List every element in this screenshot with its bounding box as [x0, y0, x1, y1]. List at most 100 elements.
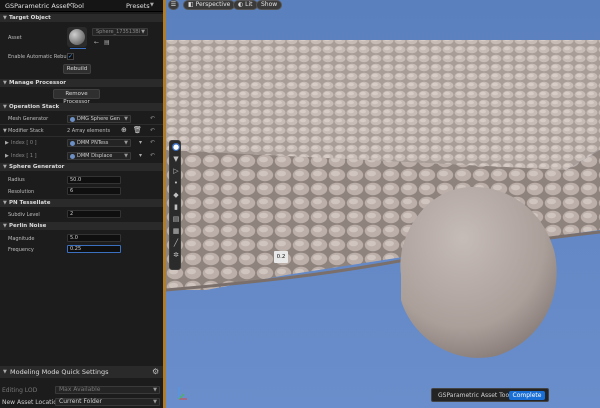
collapse-arrow-icon[interactable]: ▼: [3, 15, 7, 21]
collapse-arrow-icon[interactable]: ▼: [3, 80, 7, 86]
modifier-stack-count: 2 Array elements: [67, 128, 111, 134]
expand-arrow-icon[interactable]: ▶: [5, 140, 9, 146]
chevron-down-icon: ▼: [124, 153, 128, 159]
collapse-arrow-icon[interactable]: ▼: [3, 369, 7, 375]
displace-icon: [70, 154, 75, 159]
thumbnail-underline: [70, 48, 86, 49]
subdiv-level-input[interactable]: 2: [67, 210, 121, 218]
lit-button[interactable]: ◐ Lit: [233, 0, 258, 10]
section-pn-tessellate[interactable]: ▼ PN Tessellate: [0, 199, 163, 207]
brush-icon[interactable]: ╱: [172, 239, 180, 247]
reset-icon[interactable]: ↶: [150, 115, 155, 122]
editing-lod-label: Editing LOD: [2, 387, 38, 394]
index0-dropdown[interactable]: DMM PNTess ▼: [67, 139, 131, 147]
magnitude-input[interactable]: 5.0: [67, 234, 121, 242]
collapse-arrow-icon[interactable]: ▼: [3, 200, 7, 206]
reset-icon[interactable]: ↶: [150, 152, 155, 159]
row-divider: [0, 136, 163, 137]
folder-icon[interactable]: ▤: [104, 39, 110, 46]
mesh-generator-dropdown[interactable]: DMG Sphere Gen ▼: [67, 115, 131, 123]
add-element-icon[interactable]: ⊕: [121, 126, 127, 134]
radius-input[interactable]: 50.0: [67, 176, 121, 184]
show-button[interactable]: Show: [256, 0, 283, 10]
expand-arrow-icon[interactable]: ▼: [3, 128, 7, 134]
chevron-down-icon: ▼: [124, 116, 128, 122]
new-asset-location-value: Current Folder: [59, 398, 102, 405]
viewport-toolbar: ● ▼ ▷ • ◆ ▮ ▤ ▦ ╱ ✲: [169, 140, 181, 270]
perspective-button[interactable]: ◧ Perspective: [183, 0, 236, 10]
remove-processor-button[interactable]: Remove Processor: [53, 89, 100, 105]
section-label: Operation Stack: [9, 104, 60, 110]
quick-settings-header[interactable]: ▼ Modeling Mode Quick Settings ⚙: [0, 366, 163, 378]
row-divider: [0, 124, 163, 125]
reset-icon[interactable]: ↶: [150, 127, 155, 134]
subdiv-level-label: Subdiv Level: [8, 212, 40, 218]
section-label: Manage Processor: [9, 80, 66, 86]
new-asset-location-label: New Asset Location: [2, 399, 61, 406]
collapse-arrow-icon[interactable]: ▼: [3, 104, 7, 110]
asset-picker[interactable]: Sphere_173513BI ▼: [92, 28, 148, 36]
presets-button[interactable]: Presets: [126, 2, 150, 10]
close-icon[interactable]: ×: [67, 1, 73, 9]
pntess-icon: [70, 141, 75, 146]
show-label: Show: [261, 1, 278, 8]
section-label: PN Tessellate: [9, 200, 51, 206]
index1-label: Index [ 1 ]: [11, 153, 37, 159]
gear-icon[interactable]: ⚙: [152, 367, 159, 376]
section-target-object[interactable]: ▼ Target Object: [0, 14, 163, 22]
section-label: Perlin Noise: [9, 223, 47, 229]
frequency-input[interactable]: 0.25: [67, 245, 121, 253]
panel-titlebar: GSParametric Asset Tool × Presets ▼: [0, 0, 166, 12]
section-label: Target Object: [9, 15, 51, 21]
index1-dropdown[interactable]: DMM Displace ▼: [67, 152, 131, 160]
section-perlin-noise[interactable]: ▼ Perlin Noise: [0, 222, 163, 230]
shape-icon[interactable]: ◆: [172, 191, 180, 199]
frequency-label: Frequency: [8, 247, 34, 253]
trash-icon[interactable]: 🗑: [133, 126, 142, 134]
scale-icon[interactable]: •: [172, 179, 180, 187]
enable-rebuild-checkbox[interactable]: ✓: [67, 53, 74, 60]
enable-rebuild-label: Enable Automatic Rebuild: [8, 54, 73, 60]
rebuild-button[interactable]: Rebuild: [63, 64, 91, 74]
collapse-arrow-icon[interactable]: ▼: [3, 164, 7, 170]
rotate-icon[interactable]: ▷: [172, 167, 180, 175]
move-icon[interactable]: ▼: [172, 155, 180, 163]
tool-status-bar: GSParametric Asset Tool Complete: [431, 388, 549, 402]
complete-button[interactable]: Complete: [509, 391, 545, 400]
perspective-label: Perspective: [195, 1, 231, 8]
viewport-scene: [166, 0, 600, 408]
layers-icon[interactable]: ▤: [172, 215, 180, 223]
chevron-down-icon: ▼: [153, 387, 157, 393]
mesh-icon[interactable]: ▮: [172, 203, 180, 211]
settings-icon[interactable]: ✲: [172, 251, 180, 259]
sphere-preview-icon: [69, 29, 85, 45]
chevron-down-icon[interactable]: ▼: [150, 2, 154, 8]
mesh-generator-value: DMG Sphere Gen: [77, 116, 120, 122]
radius-label: Radius: [8, 177, 25, 183]
select-icon[interactable]: ●: [172, 143, 180, 151]
asset-thumbnail[interactable]: [67, 27, 87, 47]
index0-label: Index [ 0 ]: [11, 140, 37, 146]
axis-gizmo-icon: [178, 387, 187, 400]
asset-picker-value: Sphere_173513BI: [96, 29, 141, 35]
section-operation-stack[interactable]: ▼ Operation Stack: [0, 103, 163, 111]
cube-icon[interactable]: ▦: [172, 227, 180, 235]
reset-icon[interactable]: ↶: [150, 139, 155, 146]
editing-lod-dropdown[interactable]: Max Available ▼: [55, 386, 160, 394]
section-sphere-generator[interactable]: ▼ Sphere Generator: [0, 163, 163, 171]
row-menu-icon[interactable]: ▾: [139, 152, 142, 159]
row-menu-icon[interactable]: ▾: [139, 139, 142, 146]
new-asset-location-dropdown[interactable]: Current Folder ▼: [55, 398, 160, 406]
lit-label: Lit: [245, 1, 253, 8]
resolution-input[interactable]: 6: [67, 187, 121, 195]
3d-viewport[interactable]: ☰ ◧ Perspective ◐ Lit Show ● ▼ ▷ • ◆ ▮ ▤…: [166, 0, 600, 408]
modifier-stack-label: Modifier Stack: [8, 128, 44, 134]
section-manage-processor[interactable]: ▼ Manage Processor: [0, 79, 163, 87]
chevron-down-icon: ▼: [141, 29, 145, 35]
expand-arrow-icon[interactable]: ▶: [5, 153, 9, 159]
sphere-gen-icon: [70, 117, 75, 122]
collapse-arrow-icon[interactable]: ▼: [3, 223, 7, 229]
hamburger-menu-icon[interactable]: ☰: [168, 0, 179, 10]
section-label: Sphere Generator: [9, 164, 65, 170]
browse-arrow-icon[interactable]: ←: [94, 39, 99, 46]
